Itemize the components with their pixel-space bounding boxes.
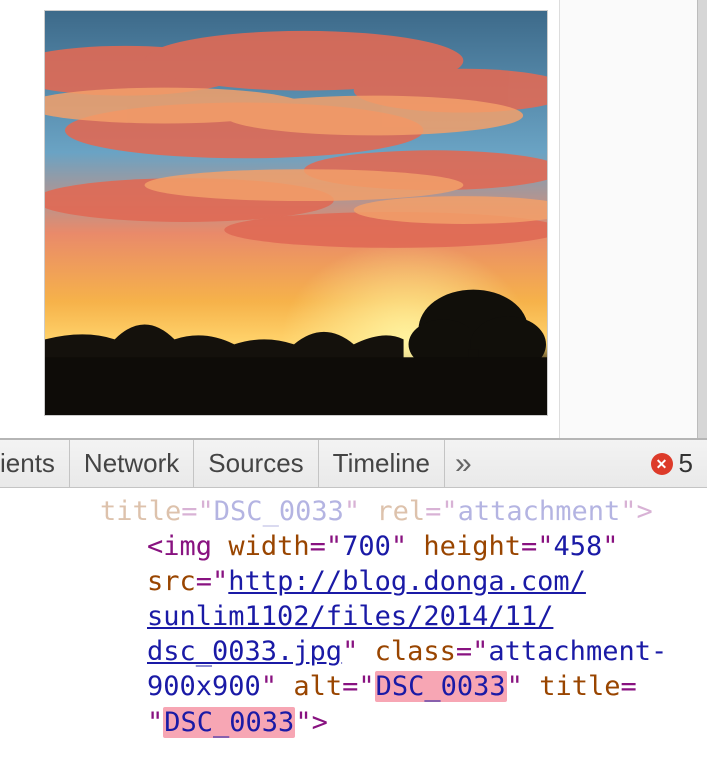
- tab-label: Timeline: [333, 448, 430, 479]
- code-line: "DSC_0033">: [0, 705, 699, 740]
- sidebar-background: [559, 0, 697, 438]
- search-highlight: DSC_0033: [375, 671, 507, 702]
- tab-label: Sources: [208, 448, 303, 479]
- tabs-overflow-button[interactable]: »: [445, 440, 482, 487]
- code-line-prev: title="DSC_0033" rel="attachment">: [0, 494, 699, 529]
- tab-label: ients: [0, 448, 55, 479]
- tab-label: Network: [84, 448, 179, 479]
- page-content-area: [0, 0, 707, 438]
- sunset-photo: [45, 11, 547, 415]
- src-url-link[interactable]: sunlim1102/files/2014/11/: [147, 601, 553, 632]
- devtools-tabbar: ients Network Sources Timeline » 5: [0, 440, 707, 488]
- code-line: 900x900" alt="DSC_0033" title=: [0, 669, 699, 704]
- tab-sources[interactable]: Sources: [194, 440, 318, 487]
- code-line: sunlim1102/files/2014/11/: [0, 599, 699, 634]
- overflow-glyph: »: [455, 447, 472, 481]
- src-url-link[interactable]: dsc_0033.jpg: [147, 636, 342, 667]
- devtools-panel: ients Network Sources Timeline » 5 title…: [0, 438, 707, 768]
- tabbar-spacer: [482, 440, 637, 487]
- search-highlight: DSC_0033: [163, 707, 295, 738]
- scrollbar-track[interactable]: [697, 0, 707, 438]
- console-error-badge[interactable]: 5: [637, 440, 707, 487]
- code-line: <img width="700" height="458": [0, 529, 699, 564]
- tab-network[interactable]: Network: [70, 440, 194, 487]
- tab-timeline[interactable]: Timeline: [319, 440, 445, 487]
- code-line: dsc_0033.jpg" class="attachment-: [0, 634, 699, 669]
- tab-elements-truncated[interactable]: ients: [0, 440, 70, 487]
- image-preview[interactable]: [44, 10, 548, 416]
- src-url-link[interactable]: http://blog.donga.com/: [228, 566, 586, 597]
- code-line: src="http://blog.donga.com/: [0, 564, 699, 599]
- error-count: 5: [679, 448, 693, 479]
- elements-source-view[interactable]: title="DSC_0033" rel="attachment"> <img …: [0, 488, 707, 768]
- error-icon: [651, 453, 673, 475]
